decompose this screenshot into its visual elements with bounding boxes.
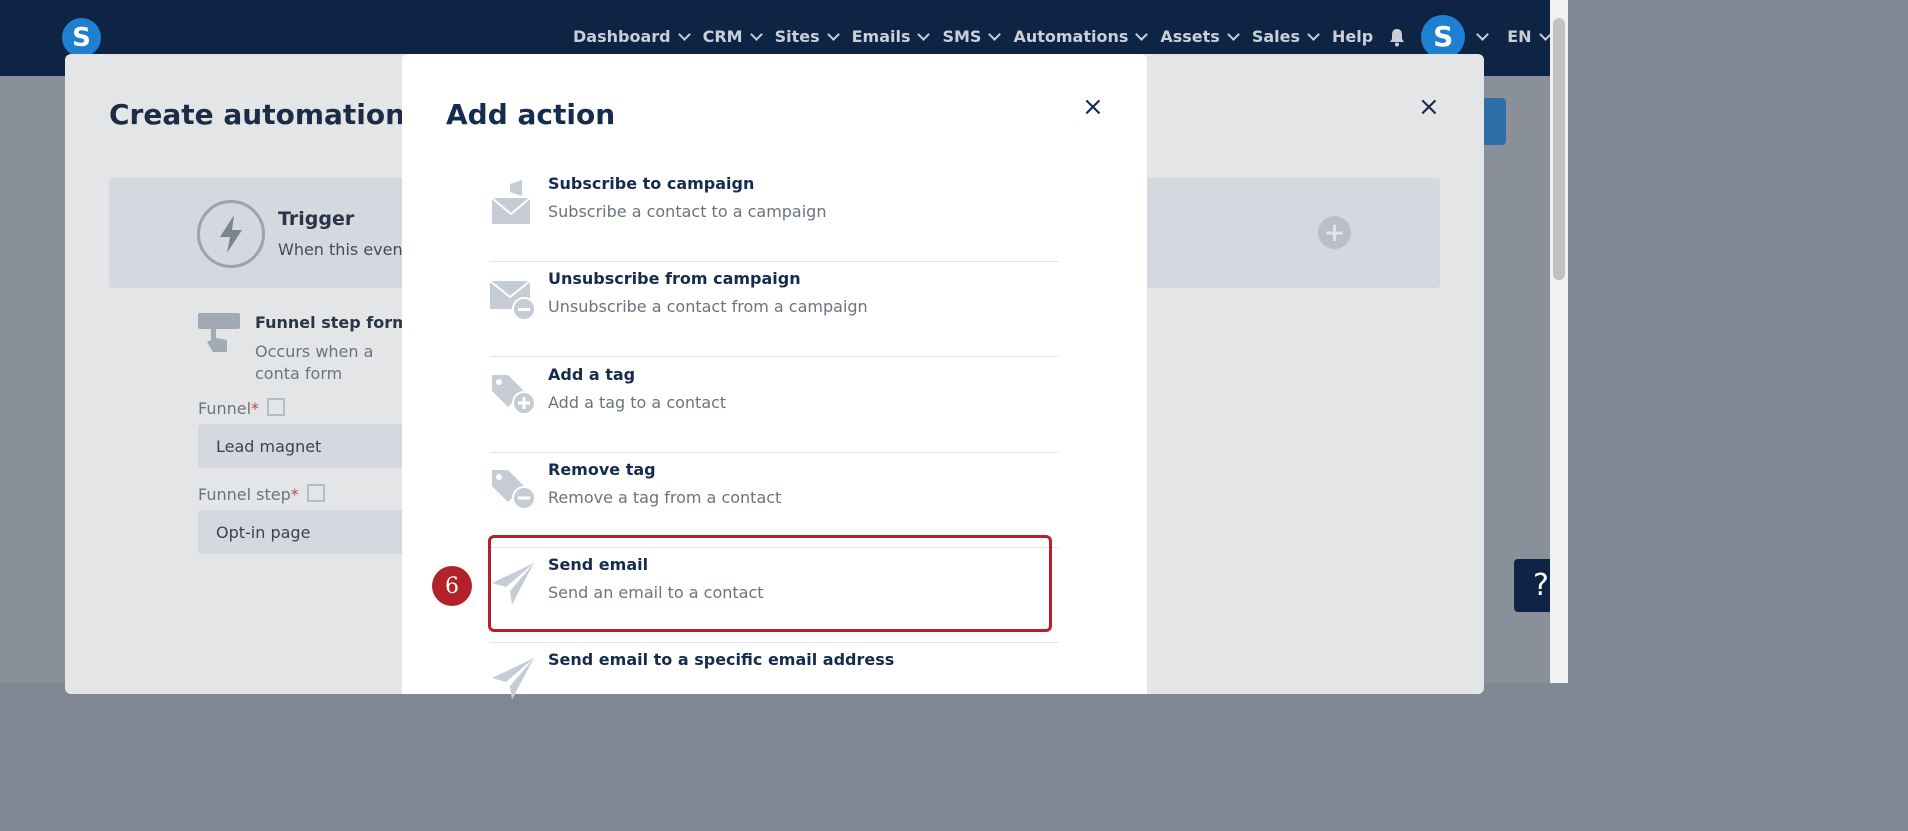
action-name: Unsubscribe from campaign	[548, 269, 801, 288]
action-send-email-specific-address[interactable]: Send email to a specific email address	[490, 642, 1059, 737]
action-description: Subscribe a contact to a campaign	[548, 202, 827, 221]
highlight-frame	[488, 535, 1052, 632]
action-name: Send email to a specific email address	[548, 650, 895, 669]
nav-assets[interactable]: Assets	[1160, 27, 1240, 46]
trigger-title: Trigger	[278, 208, 355, 230]
chevron-down-icon	[1135, 28, 1149, 41]
scrollbar-thumb[interactable]	[1553, 18, 1565, 280]
action-description: Add a tag to a contact	[548, 393, 727, 412]
add-action-plus-icon[interactable]: +	[1318, 216, 1351, 249]
nav-crm[interactable]: CRM	[703, 27, 763, 46]
chevron-down-icon[interactable]	[1476, 28, 1490, 41]
envelope-minus-icon	[490, 280, 536, 321]
external-link-icon[interactable]	[306, 484, 325, 502]
external-link-icon[interactable]	[267, 398, 286, 416]
chevron-down-icon	[677, 28, 691, 41]
action-name: Subscribe to campaign	[548, 174, 755, 193]
nav-dashboard[interactable]: Dashboard	[573, 27, 691, 46]
action-remove-tag[interactable]: Remove tag Remove a tag from a contact	[490, 452, 1059, 548]
close-icon[interactable]: ×	[1082, 92, 1104, 122]
nav-sales[interactable]: Sales	[1252, 27, 1320, 46]
tag-plus-icon	[492, 375, 536, 415]
nav-sms[interactable]: SMS	[942, 27, 1002, 46]
modal-title: Add action	[446, 98, 616, 131]
lightning-icon	[197, 200, 265, 268]
close-icon[interactable]: ×	[1418, 92, 1440, 122]
nav-automations[interactable]: Automations	[1013, 27, 1149, 46]
nav-help[interactable]: Help	[1332, 27, 1373, 46]
hand-pointer-icon	[198, 313, 240, 352]
paper-plane-icon	[492, 658, 534, 700]
action-description: Unsubscribe a contact from a campaign	[548, 297, 868, 316]
chevron-down-icon	[1226, 28, 1240, 41]
avatar[interactable]: S	[1421, 14, 1466, 59]
funnel-label: Funnel*	[198, 398, 286, 418]
funnel-step-label: Funnel step*	[198, 484, 325, 504]
nav-sites[interactable]: Sites	[775, 27, 840, 46]
app-logo[interactable]: S	[62, 18, 101, 57]
action-add-a-tag[interactable]: Add a tag Add a tag to a contact	[490, 357, 1059, 453]
action-subscribe-to-campaign[interactable]: Subscribe to campaign Subscribe a contac…	[490, 166, 1059, 262]
chevron-down-icon	[749, 28, 763, 41]
chevron-down-icon	[1307, 28, 1320, 41]
step-badge: 6	[432, 566, 472, 606]
bell-icon[interactable]	[1387, 27, 1407, 47]
nav-emails[interactable]: Emails	[852, 27, 931, 46]
action-name: Remove tag	[548, 460, 656, 479]
action-name: Add a tag	[548, 365, 636, 384]
action-unsubscribe-from-campaign[interactable]: Unsubscribe from campaign Unsubscribe a …	[490, 261, 1059, 357]
chevron-down-icon	[988, 28, 1002, 41]
megaphone-envelope-icon	[491, 180, 531, 224]
tag-minus-icon	[492, 470, 536, 510]
action-description: Remove a tag from a contact	[548, 488, 782, 507]
funnel-trigger-description: Occurs when a conta form	[255, 342, 374, 383]
language-selector[interactable]: EN	[1507, 27, 1552, 46]
chevron-down-icon	[917, 28, 931, 41]
chevron-down-icon	[826, 28, 840, 41]
